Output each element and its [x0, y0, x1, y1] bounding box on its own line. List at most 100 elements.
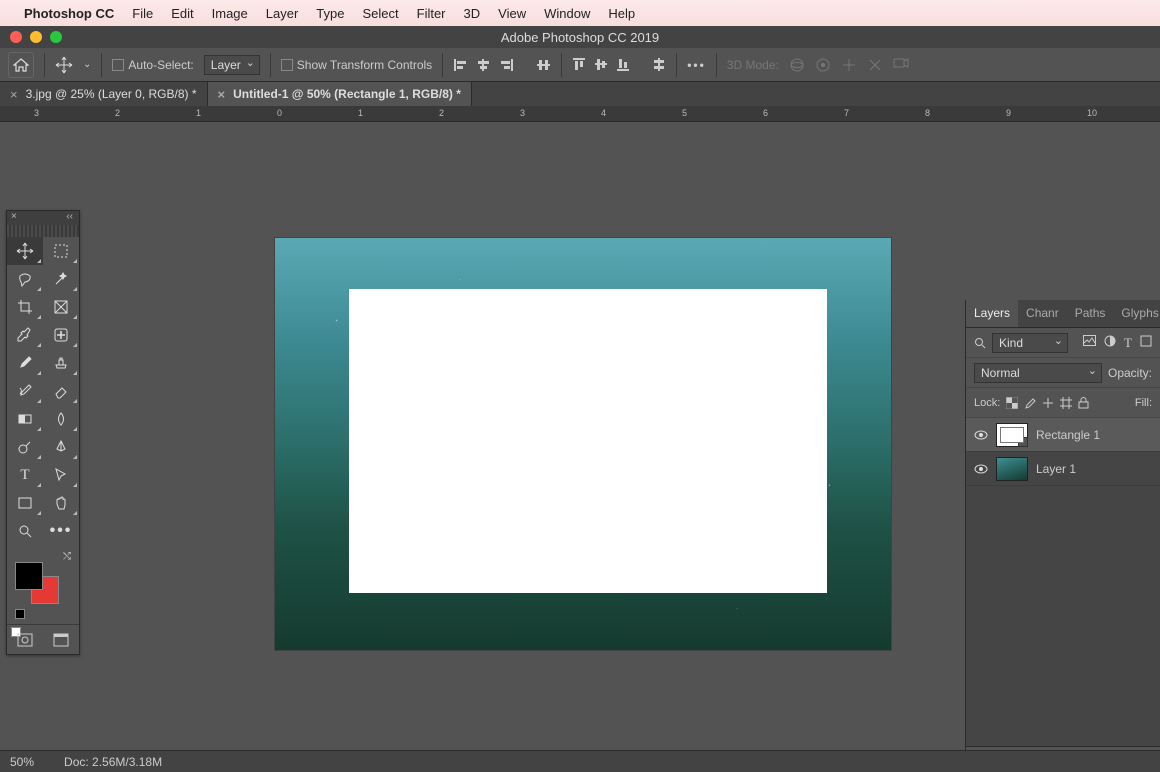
close-window-button[interactable]: [10, 31, 22, 43]
menu-view[interactable]: View: [498, 6, 526, 21]
align-hcenter-icon[interactable]: [476, 58, 491, 72]
close-panel-icon[interactable]: ×: [11, 211, 17, 222]
lasso-tool[interactable]: [7, 265, 43, 293]
screen-mode-icon[interactable]: [53, 633, 69, 647]
pen-tool[interactable]: [43, 433, 79, 461]
lock-transparency-icon[interactable]: [1006, 397, 1018, 409]
menu-select[interactable]: Select: [362, 6, 398, 21]
document-tab[interactable]: × Untitled-1 @ 50% (Rectangle 1, RGB/8) …: [208, 82, 472, 106]
gradient-tool[interactable]: [7, 405, 43, 433]
tools-panel-header[interactable]: × ‹‹: [7, 211, 79, 225]
eyedropper-tool[interactable]: [7, 321, 43, 349]
document-tab[interactable]: × 3.jpg @ 25% (Layer 0, RGB/8) *: [0, 82, 208, 106]
blend-mode-select[interactable]: Normal: [974, 363, 1102, 383]
layer-row[interactable]: Layer 1: [966, 452, 1160, 486]
panel-drag-handle[interactable]: [7, 225, 79, 237]
canvas-rectangle-shape[interactable]: [349, 289, 827, 593]
more-options-icon[interactable]: •••: [687, 58, 706, 72]
move-tool[interactable]: [7, 237, 43, 265]
lock-all-icon[interactable]: [1078, 397, 1089, 409]
zoom-tool[interactable]: [7, 517, 43, 545]
show-transform-checkbox[interactable]: Show Transform Controls: [281, 58, 432, 72]
clone-stamp-tool[interactable]: [43, 349, 79, 377]
layer-name[interactable]: Layer 1: [1036, 462, 1076, 476]
dodge-tool[interactable]: [7, 433, 43, 461]
auto-select-checkbox[interactable]: Auto-Select:: [112, 58, 193, 72]
type-tool[interactable]: T: [7, 461, 43, 489]
zoom-window-button[interactable]: [50, 31, 62, 43]
vdistribute-icon[interactable]: [652, 57, 666, 72]
ruler-horizontal[interactable]: 3 2 1 0 1 2 3 4 5 6 7 8 9 10: [0, 106, 1160, 122]
collapse-panel-icon[interactable]: ‹‹: [66, 211, 73, 222]
camera-3d-icon[interactable]: [893, 57, 909, 73]
distribute-icon[interactable]: [536, 58, 551, 72]
pan-3d-icon[interactable]: [841, 57, 857, 73]
align-vcenter-icon[interactable]: [594, 57, 608, 72]
auto-select-scope-select[interactable]: Layer: [204, 55, 260, 75]
lock-position-icon[interactable]: [1042, 397, 1054, 409]
menu-layer[interactable]: Layer: [266, 6, 299, 21]
align-top-icon[interactable]: [572, 57, 586, 72]
crop-tool[interactable]: [7, 293, 43, 321]
hand-tool[interactable]: [43, 489, 79, 517]
menu-window[interactable]: Window: [544, 6, 590, 21]
filter-adjustment-icon[interactable]: [1104, 335, 1116, 351]
default-colors-icon[interactable]: [15, 606, 25, 616]
home-button[interactable]: [8, 52, 34, 78]
menu-help[interactable]: Help: [608, 6, 635, 21]
menu-image[interactable]: Image: [212, 6, 248, 21]
foreground-color-swatch[interactable]: [15, 562, 43, 590]
menu-filter[interactable]: Filter: [417, 6, 446, 21]
tab-glyphs[interactable]: Glyphs: [1113, 300, 1160, 327]
align-left-icon[interactable]: [453, 58, 468, 72]
align-bottom-icon[interactable]: [616, 57, 630, 72]
orbit-3d-icon[interactable]: [789, 57, 805, 73]
tab-paths[interactable]: Paths: [1067, 300, 1114, 327]
edit-toolbar-button[interactable]: •••: [43, 517, 79, 545]
swap-colors-icon[interactable]: ⤭: [15, 551, 71, 562]
filter-shape-icon[interactable]: [1140, 335, 1152, 351]
healing-brush-tool[interactable]: [43, 321, 79, 349]
menu-file[interactable]: File: [132, 6, 153, 21]
frame-tool[interactable]: [43, 293, 79, 321]
path-selection-tool[interactable]: [43, 461, 79, 489]
tool-preset-dropdown-icon[interactable]: ⌄: [83, 59, 91, 70]
align-right-icon[interactable]: [499, 58, 514, 72]
visibility-toggle-icon[interactable]: [974, 430, 988, 440]
close-tab-icon[interactable]: ×: [218, 87, 226, 102]
lock-pixels-icon[interactable]: [1024, 397, 1036, 409]
filter-type-icon[interactable]: T: [1124, 335, 1132, 351]
menu-3d[interactable]: 3D: [464, 6, 481, 21]
lock-artboard-icon[interactable]: [1060, 397, 1072, 409]
quick-mask-icon[interactable]: [17, 633, 33, 647]
layer-row[interactable]: Rectangle 1: [966, 418, 1160, 452]
rectangle-tool[interactable]: [7, 489, 43, 517]
close-tab-icon[interactable]: ×: [10, 87, 18, 102]
vector-mask-icon: [1018, 437, 1028, 447]
eraser-tool[interactable]: [43, 377, 79, 405]
blur-tool[interactable]: [43, 405, 79, 433]
doc-size-label[interactable]: Doc: 2.56M/3.18M: [64, 755, 162, 769]
roll-3d-icon[interactable]: [815, 57, 831, 73]
zoom-level[interactable]: 50%: [10, 755, 34, 769]
tab-layers[interactable]: Layers: [966, 300, 1018, 327]
brush-tool[interactable]: [7, 349, 43, 377]
menu-edit[interactable]: Edit: [171, 6, 193, 21]
document-tab-label: 3.jpg @ 25% (Layer 0, RGB/8) *: [26, 87, 197, 101]
layer-name[interactable]: Rectangle 1: [1036, 428, 1100, 442]
layer-thumbnail[interactable]: [996, 423, 1028, 447]
slide-3d-icon[interactable]: [867, 57, 883, 73]
layer-thumbnail[interactable]: [996, 457, 1028, 481]
visibility-toggle-icon[interactable]: [974, 464, 988, 474]
minimize-window-button[interactable]: [30, 31, 42, 43]
menu-type[interactable]: Type: [316, 6, 344, 21]
marquee-tool[interactable]: [43, 237, 79, 265]
magic-wand-tool[interactable]: [43, 265, 79, 293]
history-brush-tool[interactable]: [7, 377, 43, 405]
menubar-app-name[interactable]: Photoshop CC: [24, 6, 114, 21]
divider: [676, 53, 677, 77]
tab-channels[interactable]: Chanr: [1018, 300, 1067, 327]
layer-filter-kind-select[interactable]: Kind: [992, 333, 1068, 353]
search-icon[interactable]: [974, 337, 986, 349]
filter-pixel-icon[interactable]: [1083, 335, 1096, 351]
